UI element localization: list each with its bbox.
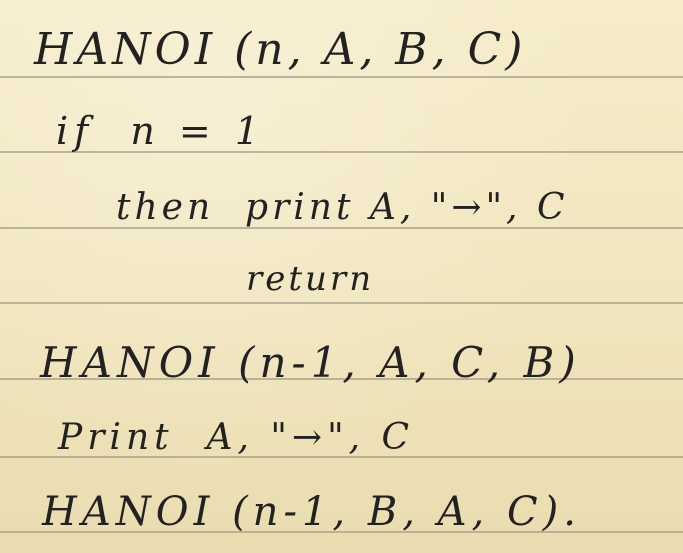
- code-line-return: return: [246, 259, 375, 299]
- notebook-page: HANOI (n, A, B, C) if n = 1 then print A…: [0, 0, 683, 553]
- code-line-then-print: then print A, "→", C: [116, 187, 569, 228]
- code-line-recursive-call-1: HANOI (n-1, A, C, B): [40, 338, 581, 387]
- code-line-recursive-call-2: HANOI (n-1, B, A, C).: [42, 489, 581, 535]
- code-line-print: Print A, "→", C: [58, 417, 415, 458]
- code-line-header: HANOI (n, A, B, C): [34, 24, 527, 75]
- ruled-line: [0, 302, 683, 304]
- ruled-line: [0, 76, 683, 78]
- code-line-if: if n = 1: [56, 109, 266, 153]
